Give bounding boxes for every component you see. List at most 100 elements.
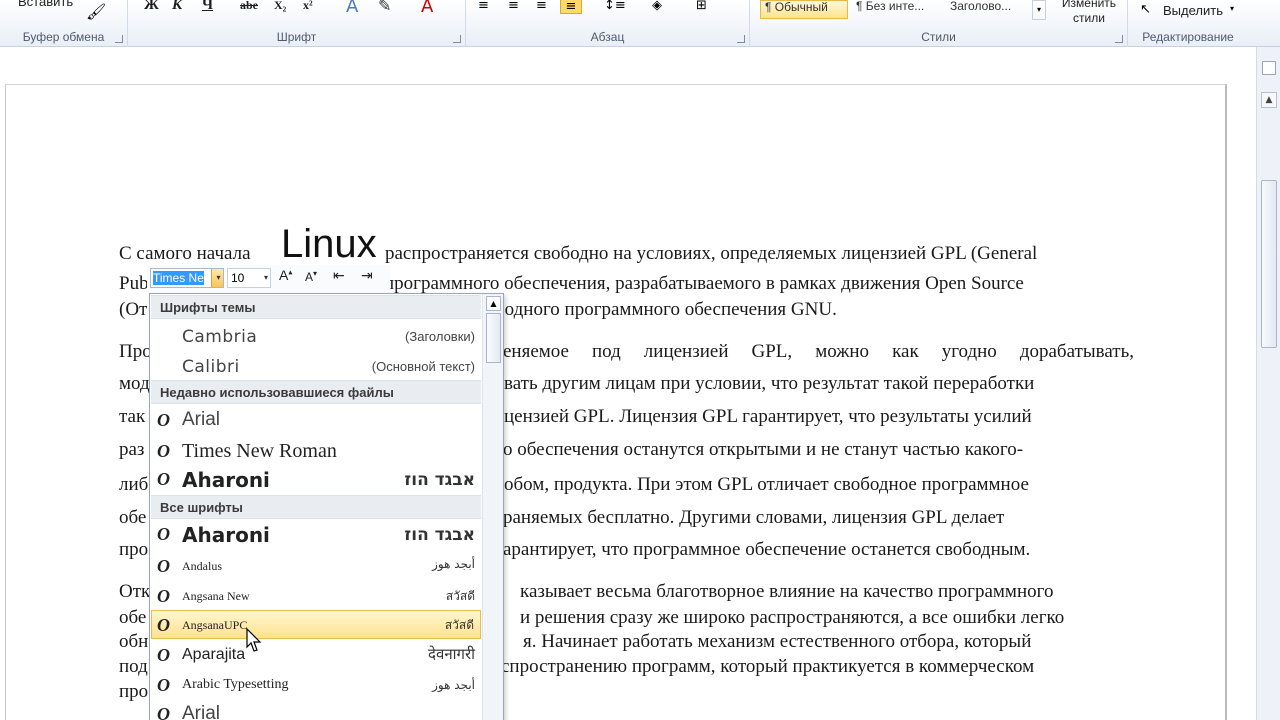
- font-option-name: Arial: [182, 703, 221, 720]
- paragraph-launcher-icon[interactable]: [737, 35, 745, 43]
- format-painter-icon[interactable]: 🖌: [86, 2, 106, 21]
- increase-indent-icon[interactable]: ⇥: [361, 267, 373, 284]
- font-option-angsanaupc[interactable]: O AngsanaUPC สวัสดี: [151, 610, 481, 639]
- view-ruler-icon[interactable]: [1262, 61, 1276, 75]
- font-dropdown-list[interactable]: ▲ Шрифты темы Cambria (Заголовки) Calibr…: [149, 293, 504, 720]
- scroll-up-icon[interactable]: ▲: [1261, 92, 1277, 108]
- ribbon: Вставить 🖌 Буфер обмена Ж К Ч abe X₂ x² …: [0, 0, 1280, 47]
- opentype-icon: O: [157, 524, 170, 544]
- select-dropdown-icon[interactable]: ▾: [1230, 4, 1234, 13]
- text-line: спространению программ, который практику…: [501, 656, 1035, 677]
- style-normal[interactable]: ¶ Обычный: [760, 0, 848, 19]
- font-option-name: Cambria: [182, 327, 258, 347]
- align-right-icon[interactable]: ≡: [536, 0, 547, 13]
- subscript-button[interactable]: X₂: [274, 0, 286, 13]
- font-option-name: Arial: [182, 409, 221, 430]
- mini-size-dropdown-icon[interactable]: ▾: [264, 269, 268, 287]
- text-line: бодного программного обеспечения GNU.: [495, 299, 837, 320]
- clipboard-launcher-icon[interactable]: [115, 35, 123, 43]
- superscript-button[interactable]: x²: [303, 0, 313, 13]
- font-option-name: Andalus: [182, 559, 222, 573]
- font-launcher-icon[interactable]: [453, 35, 461, 43]
- paragraph-group: ≡ ≡ ≡ ≡ ↕≡ ◈ ⊞ Абзац: [466, 0, 750, 47]
- justify-icon[interactable]: ≡: [560, 0, 582, 14]
- align-left-icon[interactable]: ≡: [478, 0, 489, 13]
- mini-font-value: Times Ne: [153, 271, 204, 285]
- align-center-icon[interactable]: ≡: [508, 0, 519, 13]
- font-option-name: Arabic Typesetting: [182, 677, 289, 692]
- font-option-arabic-typesetting[interactable]: O Arabic Typesetting أبجد هوز: [151, 670, 481, 699]
- scrollbar-thumb[interactable]: [1261, 180, 1277, 348]
- font-option-arial-recent[interactable]: O Arial: [151, 405, 481, 434]
- font-option-sample: देवनागरी: [428, 645, 475, 663]
- decrease-indent-icon[interactable]: ⇤: [333, 267, 345, 284]
- linux-word: Linux: [281, 222, 377, 266]
- styles-more-icon[interactable]: ▾: [1032, 0, 1046, 20]
- font-option-aharoni[interactable]: O Aharoni אבגד הוז: [151, 519, 481, 548]
- text-line: под: [119, 656, 148, 677]
- opentype-icon: O: [157, 586, 170, 606]
- mini-font-dropdown-icon[interactable]: ▾: [211, 269, 223, 287]
- text-line: про: [119, 539, 149, 560]
- change-styles-button[interactable]: Изменить стили: [1054, 0, 1124, 26]
- font-option-name: Aharoni: [182, 523, 270, 547]
- style-no-spacing[interactable]: ¶ Без инте...: [852, 0, 942, 19]
- font-option-times-recent[interactable]: O Times New Roman: [151, 436, 481, 465]
- font-option-arial[interactable]: O Arial: [151, 699, 481, 720]
- text-line: Pub: [119, 273, 149, 294]
- font-list-scroll-up-icon[interactable]: ▲: [486, 296, 501, 311]
- font-group-label: Шрифт: [276, 30, 317, 44]
- recent-fonts-header: Недавно использовавшиеся файлы: [151, 380, 481, 404]
- font-list-scrollbar[interactable]: ▲: [482, 294, 503, 720]
- font-color-icon[interactable]: A: [421, 0, 433, 17]
- highlight-color-icon[interactable]: ✎: [378, 0, 391, 15]
- paste-button[interactable]: Вставить: [18, 0, 73, 9]
- text-line: мод: [119, 373, 150, 394]
- select-button[interactable]: Выделить: [1163, 3, 1223, 18]
- font-option-angsana-new[interactable]: O Angsana New สวัสดี: [151, 581, 481, 610]
- text-line: еняемое под лицензией GPL, можно как уго…: [503, 341, 1134, 362]
- font-option-aparajita[interactable]: O Aparajita देवनागरी: [151, 640, 481, 669]
- borders-icon[interactable]: ⊞: [696, 0, 707, 13]
- editing-group: ↖ Выделить ▾ Редактирование: [1128, 0, 1248, 47]
- font-option-role: (Заголовки): [405, 329, 475, 344]
- text-line: раз: [119, 439, 145, 460]
- opentype-icon: O: [157, 615, 170, 635]
- font-option-sample: أبجد هوز: [432, 557, 475, 571]
- font-option-aharoni-recent[interactable]: O Aharoni אבגד הוז: [151, 464, 481, 493]
- mini-size-input[interactable]: 10 ▾: [227, 268, 271, 288]
- font-group: Ж К Ч abe X₂ x² A ✎ A Шрифт: [128, 0, 466, 47]
- bold-button[interactable]: Ж: [144, 0, 159, 14]
- styles-launcher-icon[interactable]: [1115, 35, 1123, 43]
- text-effects-icon[interactable]: A: [346, 0, 358, 17]
- shrink-font-icon[interactable]: A▾: [305, 269, 317, 284]
- mouse-pointer-icon: [246, 628, 262, 652]
- line-spacing-icon[interactable]: ↕≡: [604, 0, 626, 13]
- text-line: распространяется свободно на условиях, о…: [385, 243, 1038, 264]
- text-line: обе: [119, 507, 147, 528]
- font-option-calibri[interactable]: Calibri (Основной текст): [151, 352, 481, 381]
- underline-button[interactable]: Ч: [202, 0, 213, 14]
- shading-icon[interactable]: ◈: [652, 0, 662, 13]
- text-line: вать другим лицам при условии, что резул…: [504, 373, 1035, 394]
- font-list-scroll-thumb[interactable]: [486, 313, 501, 363]
- mini-size-value: 10: [231, 271, 245, 285]
- text-line: обн: [119, 631, 149, 652]
- mini-font-input[interactable]: Times Ne ▾: [150, 268, 224, 288]
- italic-button[interactable]: К: [172, 0, 182, 14]
- font-option-cambria[interactable]: Cambria (Заголовки): [151, 322, 481, 351]
- text-line: обом, продукта. При этом GPL отличает св…: [504, 474, 1029, 495]
- paragraph-group-label: Абзац: [590, 30, 625, 44]
- font-option-name: AngsanaUPC: [182, 618, 248, 632]
- strikethrough-button[interactable]: abe: [240, 0, 258, 13]
- style-heading[interactable]: Заголово...: [946, 0, 1030, 19]
- font-option-andalus[interactable]: O Andalus أبجد هوز: [151, 551, 481, 580]
- vertical-scrollbar[interactable]: ▲: [1256, 47, 1280, 720]
- font-option-sample: สวัสดี: [444, 618, 474, 632]
- text-line: казывает весьма благотворное влияние на …: [520, 581, 1054, 602]
- styles-group-label: Стили: [921, 30, 956, 44]
- opentype-icon: O: [157, 675, 170, 695]
- text-line: и решения сразу же широко распространяют…: [520, 607, 1065, 628]
- grow-font-icon[interactable]: A▴: [279, 267, 292, 283]
- text-line: программного обеспечения, разрабатываемо…: [384, 273, 1024, 294]
